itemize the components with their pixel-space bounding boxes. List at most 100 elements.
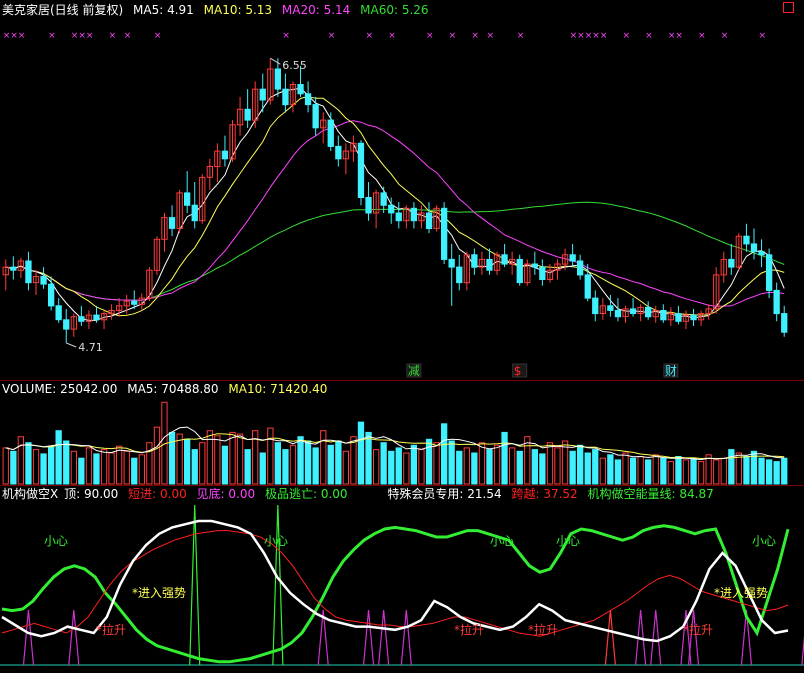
candle-body [93,314,100,321]
candle-body [10,266,17,271]
volume-bar [93,453,100,485]
indicator-line-0 [1,524,790,664]
candle-body [40,275,47,285]
indicator-spike [362,609,375,666]
indicator-annotation-5: *进入强势 [132,586,186,600]
ma10-line [5,95,785,317]
candle-body [63,319,70,330]
volume-bar [682,459,690,485]
volume-bar [10,450,17,485]
indicator-spike [604,609,616,666]
volume-bar [267,427,274,485]
high-pointer [270,57,281,65]
signal-x-marker: × [328,31,336,41]
candle-body [274,68,282,90]
candle-body [410,207,418,222]
volume-bar [17,436,25,485]
candle-body [584,274,591,299]
volume-bar [675,456,682,485]
volume-bar [584,452,591,485]
volume-bar [388,450,395,485]
signal-x-marker: × [645,31,653,41]
volume-bar [357,421,365,485]
candle-body [645,306,652,318]
signal-x-marker: × [366,31,374,41]
signal-x-marker: × [426,31,434,41]
volume-bar [304,440,312,485]
volume-bar [622,452,629,485]
candle-body [614,310,622,318]
volume-bar [312,447,319,485]
volume-bar [554,447,561,485]
volume-bar [236,433,244,485]
volume-bar [282,449,289,485]
volume-bar [471,452,478,485]
volume-bar [781,457,788,485]
signal-x-marker: × [109,31,117,41]
volume-bar [32,449,40,485]
candle-body [380,192,387,206]
indicator-annotation-1: 小心 [264,534,288,548]
candle-body [259,88,266,101]
signal-x-marker: × [71,31,79,41]
candle-body [486,258,493,271]
candle-body [577,260,584,276]
indicator-spike [189,504,201,666]
candle-body [312,104,319,129]
indicator-spike [650,609,662,666]
candle-body [773,289,780,315]
volume-bar [546,442,554,485]
indicator-annotation-6: *进入强势 [714,586,768,600]
ma5-line [5,87,785,321]
signal-x-marker: × [570,31,578,41]
volume-bar [410,444,418,485]
volume-bar [418,449,425,485]
volume-bar [433,442,440,485]
volume-bar [448,440,455,485]
volume-bar [244,449,251,485]
candle-body [78,316,85,322]
volume-bar [365,431,372,485]
volume-bar [48,445,55,485]
indicator-annotation-4: 小心 [752,534,776,548]
volume-bar [592,449,599,485]
volume-bar [199,442,206,485]
candle-body [184,192,191,206]
vol-ma5-line [5,426,785,461]
candle-body [728,258,735,268]
volume-bar [509,447,516,485]
indicator-spike [68,609,80,666]
volume-bar [380,442,387,485]
volume-bar [705,454,712,485]
volume-bar [713,459,720,485]
low-price-label: 4.71 [78,341,103,354]
volume-bar [153,426,161,485]
volume-bar [85,447,93,485]
candle-body [675,313,682,322]
candle-body [395,212,402,222]
indicator-annotation-9: *拉升 [528,622,558,637]
candle-body [758,251,765,256]
volume-bar [327,444,334,485]
volume-bar [720,457,727,485]
volume-bar [131,457,138,485]
signal-x-marker: × [721,31,729,41]
candle-body [592,297,599,315]
signal-x-marker: × [388,31,396,41]
volume-bar [63,440,70,485]
volume-bar [403,452,410,485]
candle-body [131,300,138,305]
indicator-annotation-10: *拉升 [683,622,713,637]
high-price-label: 6.55 [282,59,307,72]
volume-bar [667,461,675,485]
candle-body [244,108,251,121]
volume-bar [78,457,85,485]
volume-bar [100,449,108,485]
candle-body [191,204,198,222]
volume-bar [614,459,622,485]
signal-x-marker: × [10,31,18,41]
volume-bar [569,450,576,485]
candle-body [501,254,508,265]
volume-bar [501,431,508,485]
signal-x-marker: × [623,31,631,41]
